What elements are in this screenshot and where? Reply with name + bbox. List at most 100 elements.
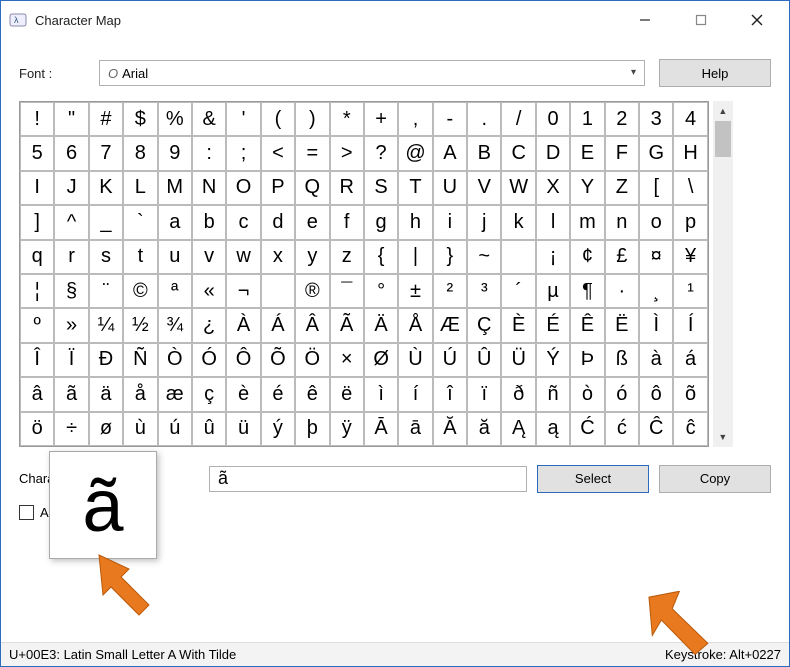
scroll-up-icon[interactable]: ▲: [713, 101, 733, 121]
character-grid[interactable]: !"#$%&'()*+,-./0123456789:;<=>?@ABCDEFGH…: [19, 101, 709, 447]
char-cell[interactable]: Å: [398, 308, 432, 342]
char-cell[interactable]: ć: [605, 412, 639, 446]
char-cell[interactable]: %: [158, 102, 192, 136]
char-cell[interactable]: &: [192, 102, 226, 136]
char-cell[interactable]: ´: [501, 274, 535, 308]
char-cell[interactable]: ð: [501, 377, 535, 411]
char-cell[interactable]: è: [226, 377, 260, 411]
char-cell[interactable]: h: [398, 205, 432, 239]
char-cell[interactable]: ¡: [536, 240, 570, 274]
char-cell[interactable]: d: [261, 205, 295, 239]
char-cell[interactable]: p: [673, 205, 707, 239]
char-cell[interactable]: +: [364, 102, 398, 136]
char-cell[interactable]: µ: [536, 274, 570, 308]
char-cell[interactable]: «: [192, 274, 226, 308]
char-cell[interactable]: g: [364, 205, 398, 239]
char-cell[interactable]: È: [501, 308, 535, 342]
char-cell[interactable]: ú: [158, 412, 192, 446]
char-cell[interactable]: V: [467, 171, 501, 205]
char-cell[interactable]: i: [433, 205, 467, 239]
char-cell[interactable]: Ă: [433, 412, 467, 446]
char-cell[interactable]: ±: [398, 274, 432, 308]
char-cell[interactable]: ô: [639, 377, 673, 411]
char-cell[interactable]: â: [20, 377, 54, 411]
char-cell[interactable]: [501, 240, 535, 274]
char-cell[interactable]: ): [295, 102, 329, 136]
char-cell[interactable]: e: [295, 205, 329, 239]
char-cell[interactable]: Ą: [501, 412, 535, 446]
char-cell[interactable]: .: [467, 102, 501, 136]
scroll-down-icon[interactable]: ▼: [713, 427, 733, 447]
char-cell[interactable]: É: [536, 308, 570, 342]
char-cell[interactable]: Ý: [536, 343, 570, 377]
char-cell[interactable]: G: [639, 136, 673, 170]
char-cell[interactable]: ą: [536, 412, 570, 446]
char-cell[interactable]: Â: [295, 308, 329, 342]
char-cell[interactable]: ²: [433, 274, 467, 308]
char-cell[interactable]: s: [89, 240, 123, 274]
close-button[interactable]: [729, 2, 785, 38]
char-cell[interactable]: `: [123, 205, 157, 239]
char-cell[interactable]: ă: [467, 412, 501, 446]
char-cell[interactable]: }: [433, 240, 467, 274]
char-cell[interactable]: E: [570, 136, 604, 170]
char-cell[interactable]: *: [330, 102, 364, 136]
char-cell[interactable]: x: [261, 240, 295, 274]
char-cell[interactable]: ý: [261, 412, 295, 446]
char-cell[interactable]: ¦: [20, 274, 54, 308]
maximize-button[interactable]: [673, 2, 729, 38]
char-cell[interactable]: T: [398, 171, 432, 205]
char-cell[interactable]: Ó: [192, 343, 226, 377]
char-cell[interactable]: 0: [536, 102, 570, 136]
char-cell[interactable]: a: [158, 205, 192, 239]
char-cell[interactable]: 6: [54, 136, 88, 170]
char-cell[interactable]: 4: [673, 102, 707, 136]
char-cell[interactable]: q: [20, 240, 54, 274]
char-cell[interactable]: ¬: [226, 274, 260, 308]
char-cell[interactable]: Ø: [364, 343, 398, 377]
char-cell[interactable]: Ê: [570, 308, 604, 342]
char-cell[interactable]: 3: [639, 102, 673, 136]
char-cell[interactable]: ¢: [570, 240, 604, 274]
char-cell[interactable]: m: [570, 205, 604, 239]
char-cell[interactable]: ç: [192, 377, 226, 411]
char-cell[interactable]: y: [295, 240, 329, 274]
char-cell[interactable]: ë: [330, 377, 364, 411]
char-cell[interactable]: $: [123, 102, 157, 136]
char-cell[interactable]: ö: [20, 412, 54, 446]
char-cell[interactable]: A: [433, 136, 467, 170]
char-cell[interactable]: ò: [570, 377, 604, 411]
minimize-button[interactable]: [617, 2, 673, 38]
char-cell[interactable]: l: [536, 205, 570, 239]
char-cell[interactable]: H: [673, 136, 707, 170]
char-cell[interactable]: ÿ: [330, 412, 364, 446]
char-cell[interactable]: P: [261, 171, 295, 205]
char-cell[interactable]: Ĉ: [639, 412, 673, 446]
char-cell[interactable]: £: [605, 240, 639, 274]
char-cell[interactable]: Ć: [570, 412, 604, 446]
char-cell[interactable]: :: [192, 136, 226, 170]
char-cell[interactable]: é: [261, 377, 295, 411]
char-cell[interactable]: Î: [20, 343, 54, 377]
char-cell[interactable]: §: [54, 274, 88, 308]
char-cell[interactable]: F: [605, 136, 639, 170]
char-cell[interactable]: ;: [226, 136, 260, 170]
char-cell[interactable]: [: [639, 171, 673, 205]
char-cell[interactable]: û: [192, 412, 226, 446]
char-cell[interactable]: R: [330, 171, 364, 205]
select-button[interactable]: Select: [537, 465, 649, 493]
char-cell[interactable]: r: [54, 240, 88, 274]
char-cell[interactable]: Ç: [467, 308, 501, 342]
char-cell[interactable]: ñ: [536, 377, 570, 411]
char-cell[interactable]: c: [226, 205, 260, 239]
char-cell[interactable]: 8: [123, 136, 157, 170]
char-cell[interactable]: ¾: [158, 308, 192, 342]
advanced-view-checkbox[interactable]: [19, 505, 34, 520]
char-cell[interactable]: O: [226, 171, 260, 205]
char-cell[interactable]: Æ: [433, 308, 467, 342]
char-cell[interactable]: Ì: [639, 308, 673, 342]
char-cell[interactable]: w: [226, 240, 260, 274]
char-cell[interactable]: 1: [570, 102, 604, 136]
char-cell[interactable]: ¼: [89, 308, 123, 342]
char-cell[interactable]: ^: [54, 205, 88, 239]
